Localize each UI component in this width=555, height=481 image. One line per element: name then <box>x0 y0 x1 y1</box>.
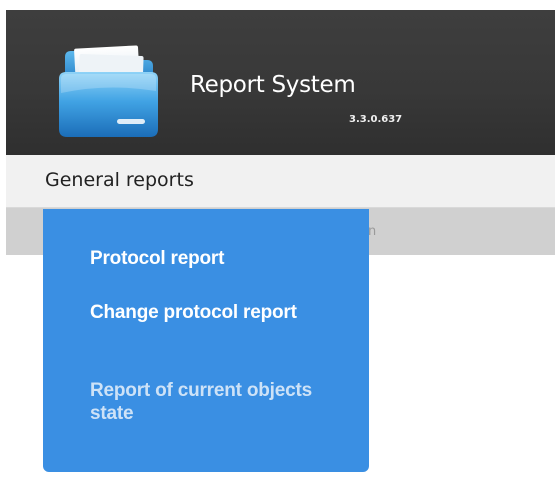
nav-item-general-reports[interactable]: General reports <box>45 169 194 191</box>
app-header: Report System 3.3.0.637 <box>6 10 555 155</box>
subbar-item-partial[interactable]: n <box>368 224 376 239</box>
menu-item-current-objects-state-report[interactable]: Report of current objects state <box>90 379 320 425</box>
menu-item-change-protocol-report[interactable]: Change protocol report <box>90 301 320 324</box>
general-reports-dropdown: Protocol report Change protocol report R… <box>43 209 369 472</box>
folder-icon <box>59 45 158 137</box>
menu-item-protocol-report[interactable]: Protocol report <box>90 247 320 270</box>
main-navbar: General reports <box>6 155 555 208</box>
app-version: 3.3.0.637 <box>349 114 403 125</box>
left-border <box>0 0 6 481</box>
report-system-page: Report System 3.3.0.637 General reports … <box>0 0 555 481</box>
app-title: Report System <box>190 72 356 98</box>
